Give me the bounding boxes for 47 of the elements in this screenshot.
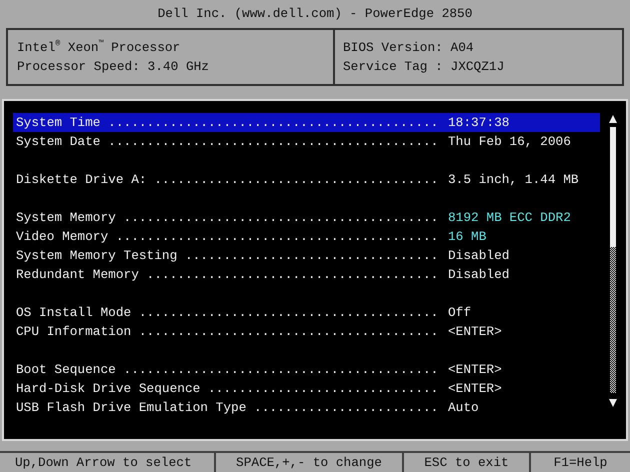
setting-label: Hard-Disk Drive Sequence .............................. bbox=[16, 381, 440, 396]
setting-value: <ENTER> bbox=[448, 381, 502, 396]
setting-label: Diskette Drive A: ..................................... bbox=[16, 172, 440, 187]
info-text: Processor Speed: 3.40 GHz bbox=[17, 58, 210, 76]
scroll-up-arrow-icon bbox=[609, 115, 617, 123]
setting-row[interactable]: OS Install Mode ....................................... Off bbox=[13, 303, 600, 322]
setting-row[interactable]: Video Memory .......................................... 16 MB bbox=[13, 227, 600, 246]
key-hint: F1=Help bbox=[531, 453, 630, 472]
setting-value: <ENTER> bbox=[448, 362, 502, 377]
setting-row[interactable]: System Memory Testing ................................. Disabled bbox=[13, 246, 600, 265]
setting-label: OS Install Mode ....................................... bbox=[16, 305, 440, 320]
setting-row[interactable]: CPU Information ....................................... <ENTER> bbox=[13, 322, 600, 341]
key-hint: SPACE,+,- to change bbox=[216, 453, 402, 472]
setting-label: System Memory ......................................... bbox=[16, 210, 440, 225]
setting-value: 18:37:38 bbox=[448, 115, 510, 130]
scroll-down-arrow-icon bbox=[609, 399, 617, 407]
setting-row[interactable]: System Memory ......................................... 8192 MB ECC DDR2 bbox=[13, 208, 600, 227]
setting-label: Boot Sequence ......................................... bbox=[16, 362, 440, 377]
setting-label: System Date ........................................... bbox=[16, 134, 440, 149]
info-text: BIOS Version: A04 bbox=[343, 39, 475, 57]
setting-label: Redundant Memory ...................................... bbox=[16, 267, 440, 282]
setting-row[interactable]: System Date ........................................... Thu Feb 16, 2006 bbox=[13, 132, 600, 151]
setting-label: System Time ........................................... bbox=[16, 115, 440, 130]
setting-value: Auto bbox=[448, 400, 479, 415]
setting-value: Disabled bbox=[448, 267, 510, 282]
setting-label: System Memory Testing ................................. bbox=[16, 248, 440, 263]
setting-label: CPU Information ....................................... bbox=[16, 324, 440, 339]
setting-label: USB Flash Drive Emulation Type ........................ bbox=[16, 400, 440, 415]
setting-row[interactable]: Hard-Disk Drive Sequence .............................. <ENTER> bbox=[13, 379, 600, 398]
window-title: Dell Inc. (www.dell.com) - PowerEdge 2850 bbox=[156, 4, 474, 22]
info-text: Intel$^{®}$ Xeon$^{™}$ Processor bbox=[17, 38, 182, 57]
setting-row[interactable]: Redundant Memory ...................................... Disabled bbox=[13, 265, 600, 284]
setting-value: <ENTER> bbox=[448, 324, 502, 339]
setting-value: 16 MB bbox=[448, 229, 486, 244]
info-text: Service Tag : JXCQZ1J bbox=[343, 58, 506, 76]
setting-value: 3.5 inch, 1.44 MB bbox=[448, 172, 579, 187]
key-hint: ESC to exit bbox=[404, 453, 529, 472]
setting-value: Off bbox=[448, 305, 472, 320]
setting-value: 8192 MB ECC DDR2 bbox=[448, 210, 571, 225]
setting-row[interactable]: Boot Sequence ......................................... <ENTER> bbox=[13, 360, 600, 379]
setting-label: Video Memory .......................................... bbox=[16, 229, 440, 244]
setting-value: Disabled bbox=[448, 248, 510, 263]
key-hint: Up,Down Arrow to select bbox=[0, 453, 214, 472]
setting-row[interactable]: USB Flash Drive Emulation Type ........................ Auto bbox=[13, 398, 600, 417]
setting-row[interactable]: System Time ........................................... 18:37:38 bbox=[13, 113, 600, 132]
setting-row[interactable]: Diskette Drive A: ..................................... 3.5 inch, 1.44 MB bbox=[13, 170, 600, 189]
setting-value: Thu Feb 16, 2006 bbox=[448, 134, 571, 149]
